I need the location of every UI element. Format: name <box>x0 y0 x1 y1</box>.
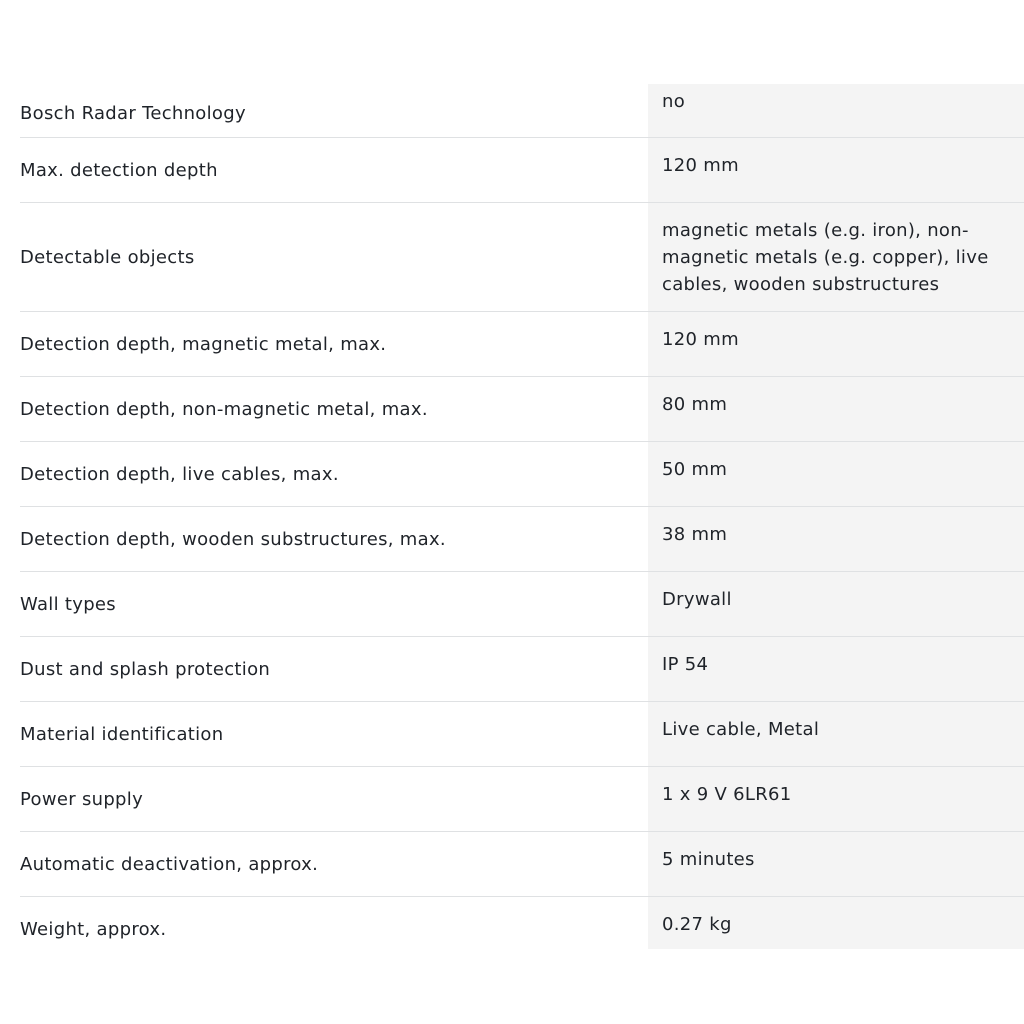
spec-value: 120 mm <box>648 312 1024 376</box>
spec-value: 1 x 9 V 6LR61 <box>648 767 1024 831</box>
spec-row-live-cables: Detection depth, live cables, max. 50 mm <box>20 442 1024 507</box>
spec-label: Material identification <box>20 723 224 745</box>
spec-label: Detectable objects <box>20 246 195 268</box>
spec-label: Detection depth, magnetic metal, max. <box>20 333 387 355</box>
spec-row-dust-protection: Dust and splash protection IP 54 <box>20 637 1024 702</box>
spec-label: Detection depth, non-magnetic metal, max… <box>20 398 428 420</box>
spec-table: Bosch Radar Technology no Max. detection… <box>20 84 1024 949</box>
spec-value: 5 minutes <box>648 832 1024 896</box>
spec-row-non-magnetic-metal: Detection depth, non-magnetic metal, max… <box>20 377 1024 442</box>
spec-row-detectable-objects: Detectable objects magnetic metals (e.g.… <box>20 203 1024 312</box>
spec-label: Dust and splash protection <box>20 658 271 680</box>
spec-value: IP 54 <box>648 637 1024 701</box>
spec-row-magnetic-metal: Detection depth, magnetic metal, max. 12… <box>20 312 1024 377</box>
spec-row-weight: Weight, approx. 0.27 kg <box>20 897 1024 949</box>
spec-label: Wall types <box>20 593 116 615</box>
spec-row-wooden-substructures: Detection depth, wooden substructures, m… <box>20 507 1024 572</box>
spec-row-auto-deactivation: Automatic deactivation, approx. 5 minute… <box>20 832 1024 897</box>
spec-label: Detection depth, wooden substructures, m… <box>20 528 446 550</box>
spec-value: 120 mm <box>648 138 1024 202</box>
spec-value: magnetic metals (e.g. iron), non-magneti… <box>648 203 1024 311</box>
spec-value: 0.27 kg <box>648 897 1024 949</box>
spec-value: 80 mm <box>648 377 1024 441</box>
spec-row-radar: Bosch Radar Technology no <box>20 84 1024 138</box>
spec-value: 38 mm <box>648 507 1024 571</box>
spec-label: Detection depth, live cables, max. <box>20 463 339 485</box>
spec-label: Max. detection depth <box>20 159 218 181</box>
spec-row-wall-types: Wall types Drywall <box>20 572 1024 637</box>
spec-label: Power supply <box>20 788 144 810</box>
spec-row-material-identification: Material identification Live cable, Meta… <box>20 702 1024 767</box>
spec-label: Bosch Radar Technology <box>20 103 246 124</box>
spec-row-max-depth: Max. detection depth 120 mm <box>20 138 1024 203</box>
spec-row-power-supply: Power supply 1 x 9 V 6LR61 <box>20 767 1024 832</box>
spec-value: no <box>648 84 1024 137</box>
spec-label: Weight, approx. <box>20 918 167 940</box>
spec-value: 50 mm <box>648 442 1024 506</box>
spec-label: Automatic deactivation, approx. <box>20 853 319 875</box>
spec-value: Live cable, Metal <box>648 702 1024 766</box>
spec-value: Drywall <box>648 572 1024 636</box>
